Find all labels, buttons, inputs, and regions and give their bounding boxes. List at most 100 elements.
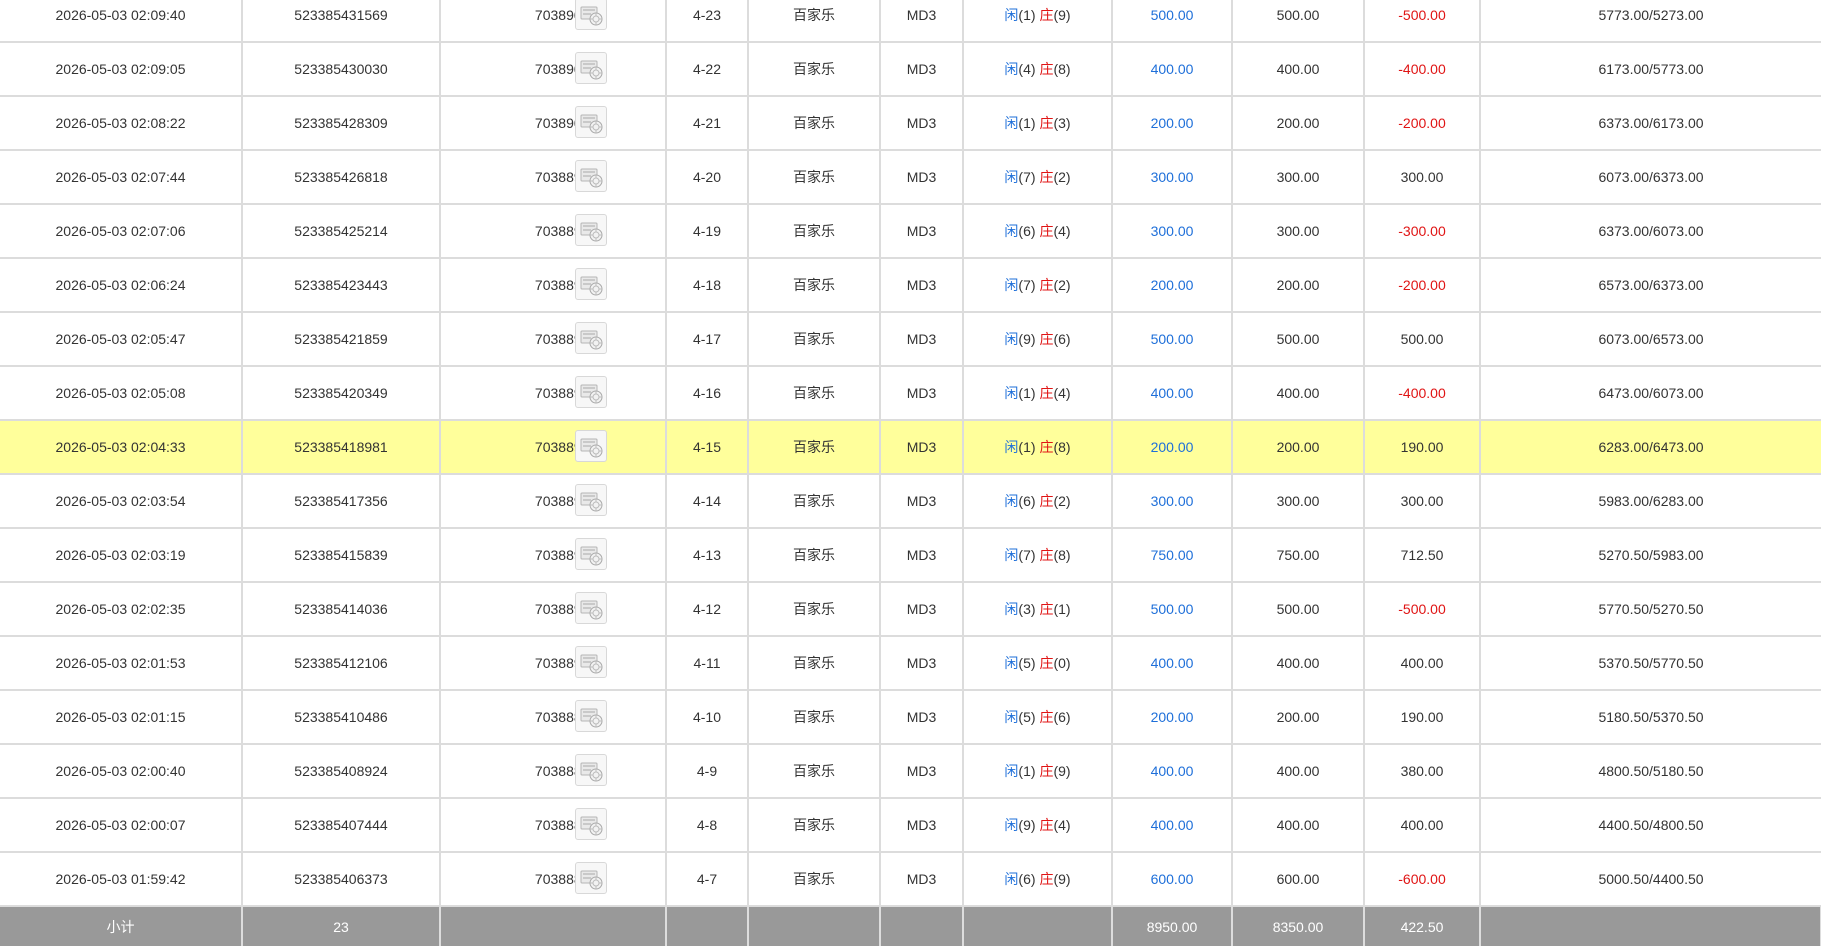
banker-points: (8) — [1053, 547, 1071, 563]
bet-amount: 500.00 — [1112, 0, 1233, 43]
card-result-icon[interactable] — [575, 700, 607, 732]
table-code: MD3 — [880, 204, 964, 259]
player-points: (1) — [1018, 439, 1036, 455]
table-row[interactable]: 2026-05-03 02:03:19 523385415839 7038892… — [0, 528, 1821, 583]
table-row[interactable]: 2026-05-03 02:01:15 523385410486 7038888… — [0, 690, 1821, 745]
balance-change: 5370.50/5770.50 — [1480, 636, 1821, 691]
bet-time: 2026-05-03 02:01:15 — [0, 690, 243, 745]
game-type: 百家乐 — [748, 528, 881, 583]
table-row[interactable]: 2026-05-03 02:01:53 523385412106 7038890… — [0, 636, 1821, 691]
player-points: (9) — [1018, 817, 1036, 833]
subtotal-row: 小计 23 8950.00 8350.00 422.50 — [0, 906, 1821, 946]
bet-time: 2026-05-03 02:07:44 — [0, 150, 243, 205]
draw-cell: 703889233 — [440, 528, 667, 583]
table-row[interactable]: 2026-05-03 02:00:40 523385408924 7038887… — [0, 744, 1821, 799]
banker-points: (3) — [1053, 115, 1071, 131]
card-result-icon[interactable] — [575, 52, 607, 84]
card-result-icon[interactable] — [575, 214, 607, 246]
player-label: 闲 — [1004, 277, 1019, 293]
bet-id: 523385425214 — [242, 204, 441, 259]
card-result-icon[interactable] — [575, 376, 607, 408]
banker-points: (4) — [1053, 817, 1071, 833]
bet-id: 523385428309 — [242, 96, 441, 151]
bet-id: 523385415839 — [242, 528, 441, 583]
table-row[interactable]: 2026-05-03 02:05:08 523385420349 7038895… — [0, 366, 1821, 421]
bet-time: 2026-05-03 02:08:22 — [0, 96, 243, 151]
bet-time: 2026-05-03 02:03:54 — [0, 474, 243, 529]
card-result-icon[interactable] — [575, 268, 607, 300]
win-loss-amount: 190.00 — [1364, 420, 1481, 475]
card-result-icon[interactable] — [575, 484, 607, 516]
table-row[interactable]: 2026-05-03 02:06:24 523385423443 7038897… — [0, 258, 1821, 313]
bet-amount: 500.00 — [1112, 312, 1233, 367]
card-result-icon[interactable] — [575, 0, 607, 30]
card-result-icon[interactable] — [575, 808, 607, 840]
player-label: 闲 — [1004, 709, 1019, 725]
table-row[interactable]: 2026-05-03 02:00:07 523385407444 7038887… — [0, 798, 1821, 853]
card-result-icon[interactable] — [575, 322, 607, 354]
bet-time: 2026-05-03 02:00:40 — [0, 744, 243, 799]
balance-change: 5000.50/4400.50 — [1480, 852, 1821, 907]
card-result-icon[interactable] — [575, 430, 607, 462]
result-cell: 闲(1) 庄(9) — [963, 0, 1113, 43]
table-row[interactable]: 2026-05-03 02:04:33 523385418981 7038894… — [0, 420, 1821, 475]
bet-amount: 400.00 — [1112, 42, 1233, 97]
table-row[interactable]: 2026-05-03 02:09:40 523385431569 7038902… — [0, 0, 1821, 43]
bet-id: 523385420349 — [242, 366, 441, 421]
win-loss-amount: -200.00 — [1364, 258, 1481, 313]
table-code: MD3 — [880, 420, 964, 475]
table-row[interactable]: 2026-05-03 02:08:22 523385428309 7038900… — [0, 96, 1821, 151]
valid-bet-amount: 400.00 — [1232, 744, 1365, 799]
bet-time: 2026-05-03 01:59:42 — [0, 852, 243, 907]
table-row[interactable]: 2026-05-03 02:03:54 523385417356 7038893… — [0, 474, 1821, 529]
table-code: MD3 — [880, 582, 964, 637]
game-type: 百家乐 — [748, 690, 881, 745]
balance-change: 5180.50/5370.50 — [1480, 690, 1821, 745]
game-type: 百家乐 — [748, 42, 881, 97]
shoe-round: 4-8 — [666, 798, 749, 853]
bet-amount: 300.00 — [1112, 474, 1233, 529]
table-row[interactable]: 2026-05-03 02:07:44 523385426818 7038899… — [0, 150, 1821, 205]
banker-label: 庄 — [1039, 223, 1054, 239]
banker-label: 庄 — [1039, 7, 1054, 23]
game-type: 百家乐 — [748, 798, 881, 853]
banker-label: 庄 — [1039, 817, 1054, 833]
balance-change: 4800.50/5180.50 — [1480, 744, 1821, 799]
game-type: 百家乐 — [748, 0, 881, 43]
draw-cell: 703888609 — [440, 852, 667, 907]
banker-points: (6) — [1053, 331, 1071, 347]
card-result-icon[interactable] — [575, 538, 607, 570]
game-type: 百家乐 — [748, 420, 881, 475]
card-result-icon[interactable] — [575, 160, 607, 192]
player-points: (6) — [1018, 223, 1036, 239]
player-points: (1) — [1018, 115, 1036, 131]
player-label: 闲 — [1004, 61, 1019, 77]
bet-id: 523385418981 — [242, 420, 441, 475]
bet-id: 523385412106 — [242, 636, 441, 691]
table-row[interactable]: 2026-05-03 01:59:42 523385406373 7038886… — [0, 852, 1821, 907]
table-row[interactable]: 2026-05-03 02:02:35 523385414036 7038891… — [0, 582, 1821, 637]
result-cell: 闲(7) 庄(2) — [963, 150, 1113, 205]
game-type: 百家乐 — [748, 744, 881, 799]
banker-points: (9) — [1053, 871, 1071, 887]
card-result-icon[interactable] — [575, 862, 607, 894]
result-cell: 闲(6) 庄(2) — [963, 474, 1113, 529]
card-result-icon[interactable] — [575, 106, 607, 138]
table-row[interactable]: 2026-05-03 02:05:47 523385421859 7038896… — [0, 312, 1821, 367]
shoe-round: 4-9 — [666, 744, 749, 799]
table-row[interactable]: 2026-05-03 02:07:06 523385425214 7038898… — [0, 204, 1821, 259]
draw-cell: 703888705 — [440, 798, 667, 853]
bet-id: 523385414036 — [242, 582, 441, 637]
shoe-round: 4-21 — [666, 96, 749, 151]
player-points: (7) — [1018, 277, 1036, 293]
table-row[interactable]: 2026-05-03 02:09:05 523385430030 7038901… — [0, 42, 1821, 97]
balance-change: 6373.00/6173.00 — [1480, 96, 1821, 151]
shoe-round: 4-13 — [666, 528, 749, 583]
card-result-icon[interactable] — [575, 754, 607, 786]
banker-label: 庄 — [1039, 493, 1054, 509]
table-code: MD3 — [880, 0, 964, 43]
banker-points: (9) — [1053, 7, 1071, 23]
card-result-icon[interactable] — [575, 592, 607, 624]
card-result-icon[interactable] — [575, 646, 607, 678]
shoe-round: 4-23 — [666, 0, 749, 43]
